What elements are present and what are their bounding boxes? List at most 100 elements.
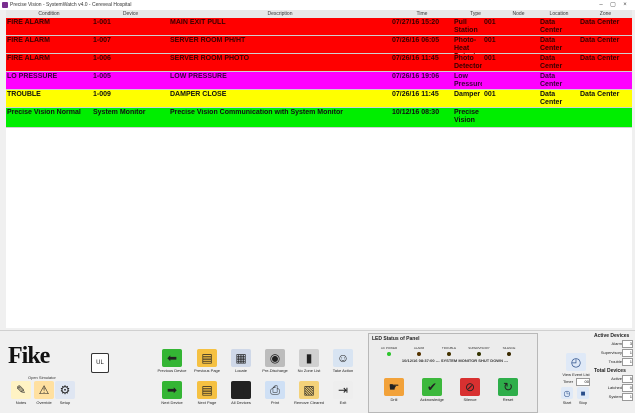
active-count: 5 [622,375,633,383]
led-status-title: LED Status of Panel [372,336,420,342]
next-page-button[interactable]: ▤ Next Page [192,381,222,407]
cell-time: 07/26/16 06:05 [392,37,440,44]
clock-icon: ◴ [566,353,586,371]
cell-location: Data Center [540,73,563,88]
event-row[interactable]: LO PRESSURE 1-005 LOW PRESSURE 07/26/16 19:… [6,72,632,90]
alarm-count-label: Alarm [611,341,622,346]
title-bar: Precise Vision - SystemWatch v4.0 - Cere… [0,0,635,10]
led-dot [387,352,391,356]
silence-button[interactable]: ⊘ Silence [453,378,487,404]
silence-label: Silence [463,397,477,402]
timer-icon: ◷ [561,387,573,399]
cell-time: 07/26/16 11:45 [392,91,439,98]
timer-stop-button[interactable]: ■ Stop [576,387,590,413]
cell-device: 1-006 [93,55,111,62]
acknowledge-icon: ✔ [422,378,442,396]
event-grid[interactable]: FIRE ALARM 1-001 MAIN EXIT PULL 07/27/16 15… [6,18,632,328]
silence-icon: ⊘ [460,378,480,396]
cell-location: Data Center [540,91,563,106]
previous-page-button[interactable]: ▤ Previous Page [192,349,222,375]
cell-condition: FIRE ALARM [7,19,50,26]
event-row[interactable]: Precise Vision Normal System Monitor Preci… [6,108,632,128]
timer-start-button[interactable]: ◷ Start [560,387,574,413]
exit-button[interactable]: ⇥ Exit [328,381,358,407]
event-row[interactable]: TROUBLE 1-009 DAMPER CLOSE 07/26/16 11:45 Da… [6,90,632,108]
cell-node: 001 [484,37,496,44]
event-row[interactable]: FIRE ALARM 1-006 SERVER ROOM PHOTO 07/26/16… [6,54,632,72]
view-event-list-button[interactable]: ◴ View Event List [562,353,590,379]
cell-node: 001 [484,19,496,26]
event-row[interactable]: FIRE ALARM 1-001 MAIN EXIT PULL 07/27/16 15… [6,18,632,36]
window-title: Precise Vision - SystemWatch v4.0 - Cere… [10,2,132,8]
column-header-device[interactable]: Device [92,11,169,17]
column-header-description[interactable]: Description [169,11,391,17]
pre-discharge-button[interactable]: ◉ Pre-Discharge [260,349,290,375]
locate-button[interactable]: ▦ Locate [226,349,256,375]
led-dot [507,352,511,356]
previous-page-label: Previous Page [193,368,220,373]
setup-button[interactable]: ⚙ Setup [54,381,76,407]
led-label: AC POWER [380,346,398,350]
close-button[interactable]: × [620,1,630,9]
led-indicator: SILENCE [497,346,521,356]
print-button[interactable]: ⎙ Print [260,381,290,407]
cell-time: 10/12/16 08:30 [392,109,440,116]
column-header-time[interactable]: Time [391,11,453,17]
next-page-icon: ▤ [197,381,217,399]
cell-description: SERVER ROOM PH/HT [170,37,246,44]
maximize-button[interactable]: ▢ [608,1,618,9]
arrow-right-label: Next Device [161,400,183,405]
next-page-label: Next Page [197,400,217,405]
fike-logo: Fike [8,343,50,369]
control-panel: Fike UL Open Simulator ✎ Notes ⚠ Override ⚙ S… [0,330,635,413]
all-devices-icon: ▥ [231,381,251,399]
setup-icon: ⚙ [55,381,75,399]
column-header-node[interactable]: Node [498,11,539,17]
drill-label: Drill [390,397,398,402]
all-devices-button[interactable]: ▥ All Devices [226,381,256,407]
no-zone-list-button[interactable]: ▮ No Zone List [294,349,324,375]
arrow-left-label: Previous Device [157,368,187,373]
led-indicator: TROUBLE [437,346,461,356]
remove-cleared-button[interactable]: ▧ Remove Cleared [294,381,324,407]
active-count-label: Active [611,376,622,381]
arrow-left-button[interactable]: ⬅ Previous Device [157,349,187,375]
all-devices-label: All Devices [231,400,251,405]
pre-discharge-label: Pre-Discharge [262,368,288,373]
led-status-panel: LED Status of Panel AC POWER ALARM TROUBLE… [368,333,538,413]
reset-button[interactable]: ↻ Reset [491,378,525,404]
cell-description: MAIN EXIT PULL [170,19,226,26]
print-label: Print [270,400,280,405]
previous-page-icon: ▤ [197,349,217,367]
system-count: 1 [622,393,633,401]
cell-type: Precise Vision [454,109,479,124]
column-header-type[interactable]: Type [453,11,498,17]
minimize-button[interactable]: – [596,1,606,9]
cell-time: 07/26/16 11:45 [392,55,439,62]
app-icon [2,2,8,8]
drill-button[interactable]: ☛ Drill [377,378,411,404]
notes-button[interactable]: ✎ Notes [10,381,32,407]
panel-status-message: 10/12/16 08:37:00 --- SYSTEM MONITOR SHU… [401,358,509,363]
locate-label: Locate [234,368,247,373]
override-button[interactable]: ⚠ Override [33,381,55,407]
led-dot [447,352,451,356]
led-indicator: AC POWER [377,346,401,356]
column-header-zone[interactable]: Zone [579,11,632,17]
arrow-left-icon: ⬅ [162,349,182,367]
arrow-right-button[interactable]: ➡ Next Device [157,381,187,407]
cell-location: Data Center [540,19,563,34]
column-header-condition[interactable]: Condition [6,11,92,17]
system-count-label: System [608,394,622,399]
acknowledge-button[interactable]: ✔ Acknowledge [415,378,449,404]
led-label: TROUBLE [441,346,457,350]
event-row[interactable]: FIRE ALARM 1-007 SERVER ROOM PH/HT 07/26/16… [6,36,632,60]
no-zone-list-label: No Zone List [297,368,321,373]
take-action-button[interactable]: ☺ Take Action [328,349,358,375]
cell-time: 07/26/16 19:06 [392,73,440,80]
column-header-location[interactable]: Location [539,11,579,17]
cell-condition: Precise Vision Normal [7,109,81,116]
alarm-count: 3 [622,340,633,348]
cell-condition: FIRE ALARM [7,55,50,62]
cell-node: 001 [484,55,496,62]
